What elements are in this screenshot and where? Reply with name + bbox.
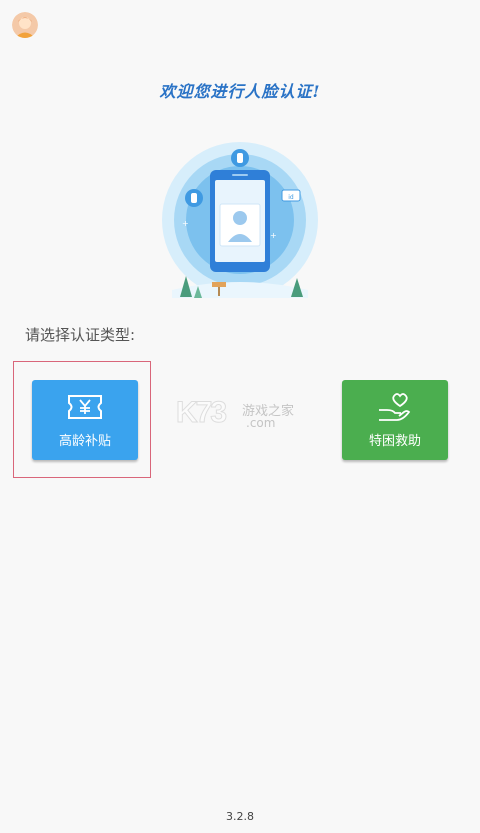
elderly-subsidy-button[interactable]: 高龄补贴 (32, 380, 138, 460)
poverty-relief-label: 特困救助 (368, 434, 421, 449)
poverty-relief-button[interactable]: 特困救助 (342, 380, 448, 460)
welcome-title: 欢迎您进行人脸认证! (159, 82, 321, 101)
heart-hand-icon (342, 392, 448, 426)
svg-text:+: + (270, 231, 277, 240)
yuan-ticket-icon (32, 392, 138, 426)
app-version: 3.2.8 (226, 810, 254, 823)
auth-type-prompt: 请选择认证类型: (25, 326, 136, 344)
user-avatar-icon[interactable] (12, 12, 38, 38)
svg-text:id: id (288, 194, 294, 201)
face-recognition-illustration: id + + + (158, 142, 322, 306)
k73-watermark: K73 游戏之家 .com (175, 396, 295, 431)
elderly-subsidy-label: 高龄补贴 (58, 434, 111, 449)
svg-text:+: + (182, 219, 189, 228)
